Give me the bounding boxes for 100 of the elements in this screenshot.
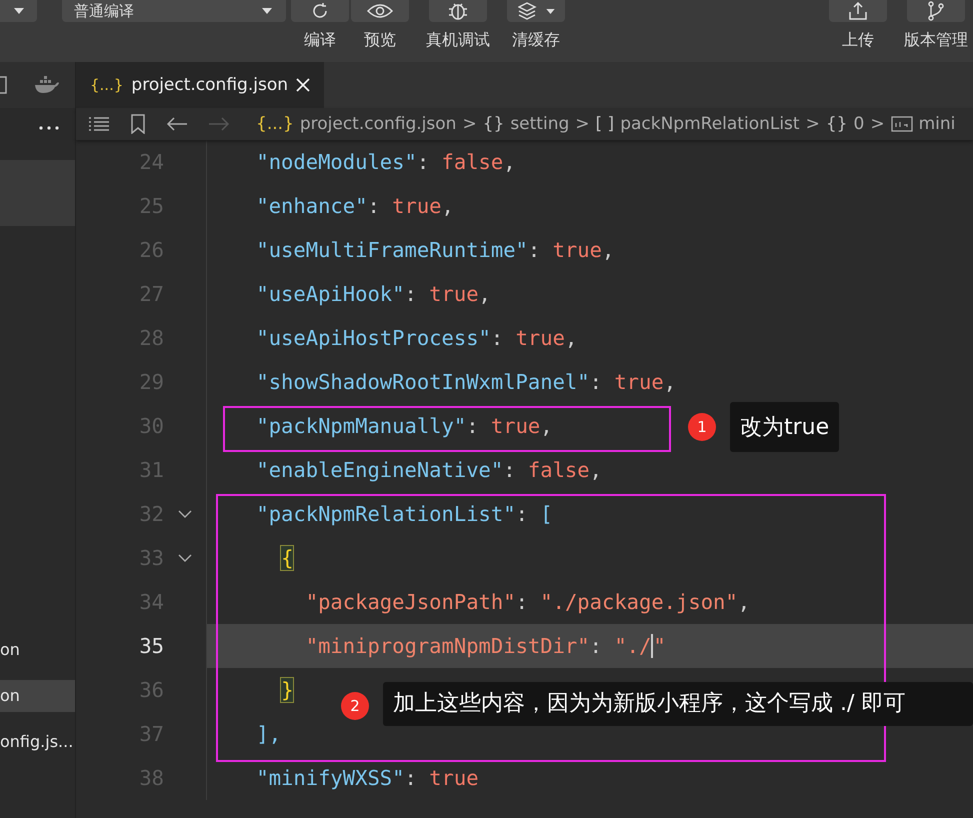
code-token: "enableEngineNative" [256, 458, 504, 482]
breadcrumb-item[interactable]: setting [510, 114, 570, 134]
whale-icon[interactable] [34, 76, 60, 94]
code-token: false [528, 458, 590, 482]
code-token: : [404, 766, 418, 790]
close-icon[interactable] [296, 78, 310, 92]
panel-icon[interactable] [0, 76, 8, 94]
list-icon[interactable] [88, 116, 110, 132]
code-token: : [590, 370, 603, 394]
caret-icon [14, 8, 24, 14]
code-token: "showShadowRootInWxmlPanel" [256, 370, 590, 394]
code-token: , [540, 414, 553, 438]
file-item[interactable]: on [0, 634, 75, 666]
breadcrumb-item[interactable]: project.config.json [300, 114, 456, 134]
fold-chevron-icon[interactable] [178, 554, 192, 562]
symbol-icon: [ ] [596, 114, 614, 134]
breadcrumb-item[interactable]: mini [918, 114, 956, 134]
code-token: "useApiHook" [256, 282, 404, 306]
code-token: , [503, 150, 516, 174]
code-token: ], [256, 722, 282, 746]
breadcrumb-separator: > [462, 114, 477, 134]
code-token: true [552, 238, 602, 262]
code-token: "useMultiFrameRuntime" [256, 238, 528, 262]
code-token: { [281, 546, 294, 570]
code-token: , [590, 458, 602, 482]
text-icon [890, 116, 913, 132]
code-token: : [516, 502, 529, 526]
tab-label: project.config.json [131, 75, 288, 95]
code-token: "packNpmRelationList" [256, 502, 516, 526]
breadcrumb-item[interactable]: 0 [853, 114, 864, 134]
code-token: , [478, 282, 491, 306]
file-item[interactable]: onfig.js... [0, 726, 75, 758]
code-token: , [664, 370, 676, 394]
toolbar-label: 清缓存 [512, 30, 560, 51]
annotation-tooltip: 改为true [730, 402, 840, 452]
file-item[interactable]: on [0, 680, 75, 712]
code-token: : [503, 458, 517, 482]
upload-button[interactable] [829, 0, 887, 22]
caret-icon [546, 8, 554, 14]
caret-icon [262, 8, 272, 14]
breadcrumb-separator: > [870, 114, 885, 134]
code-token: : [590, 634, 603, 658]
code-token: : [404, 282, 418, 306]
step-badge: 1 [688, 413, 716, 441]
symbol-icon: {} [826, 114, 848, 134]
toolbar-label: 真机调试 [426, 30, 490, 51]
code-token: "enhance" [256, 194, 368, 218]
annotation-tooltip: 加上这些内容，因为为新版小程序，这个写成 ./ 即可 [383, 682, 973, 726]
code-token: "minifyWXSS" [256, 766, 404, 790]
line-number: 35 [138, 634, 164, 658]
branch-icon [927, 1, 945, 21]
more-icon[interactable] [38, 126, 58, 130]
code-token: true [516, 326, 565, 350]
code-token: , [738, 590, 750, 614]
code-token: "miniprogramNpmDistDir" [306, 634, 590, 658]
code-token: : [516, 590, 529, 614]
back-arrow-icon[interactable] [166, 116, 188, 132]
code-token: "packNpmManually" [256, 414, 466, 438]
json-icon: {...} [90, 76, 124, 94]
code-token: } [281, 678, 294, 702]
dropdown-button[interactable] [0, 0, 37, 22]
step-badge: 2 [341, 692, 369, 720]
code-token: : [416, 150, 430, 174]
code-token: true [429, 282, 479, 306]
toolbar-label: 编译 [304, 30, 336, 51]
eye-icon [367, 3, 393, 19]
code-token: " [651, 634, 666, 658]
symbol-icon: {} [482, 114, 504, 134]
clear-cache-button[interactable] [507, 0, 565, 22]
code-token: true [490, 414, 540, 438]
code-token: : [367, 194, 381, 218]
code-token: "packageJsonPath" [306, 590, 516, 614]
code-token: "nodeModules" [256, 150, 417, 174]
code-token: : [490, 326, 504, 350]
debug-button[interactable] [429, 0, 487, 22]
compile-mode-dropdown[interactable]: 普通编译 [62, 0, 286, 22]
code-token: [ [540, 502, 553, 526]
code-token: false [442, 150, 504, 174]
breadcrumb-separator: > [806, 114, 820, 134]
breadcrumb-item[interactable]: packNpmRelationList [620, 114, 800, 134]
code-token: : [466, 414, 480, 438]
code-token: , [564, 326, 578, 350]
upload-icon [848, 2, 868, 20]
version-control-button[interactable] [907, 0, 965, 22]
code-token: , [442, 194, 454, 218]
code-token: "./package.json" [540, 590, 738, 614]
symbol-icon: {...} [256, 114, 294, 134]
breadcrumb-separator: > [575, 114, 590, 134]
bug-icon [447, 1, 469, 21]
bookmark-icon[interactable] [130, 114, 146, 134]
code-token: true [614, 370, 664, 394]
file-tab[interactable]: {...} project.config.json [76, 62, 324, 108]
compile-button[interactable] [291, 0, 349, 22]
preview-button[interactable] [351, 0, 409, 22]
toolbar-label: 上传 [842, 30, 874, 51]
code-token: "useApiHostProcess" [256, 326, 491, 350]
code-token: true [392, 194, 442, 218]
code-token: , [602, 238, 614, 262]
code-token: "./ [614, 634, 652, 658]
fold-chevron-icon[interactable] [178, 510, 192, 518]
